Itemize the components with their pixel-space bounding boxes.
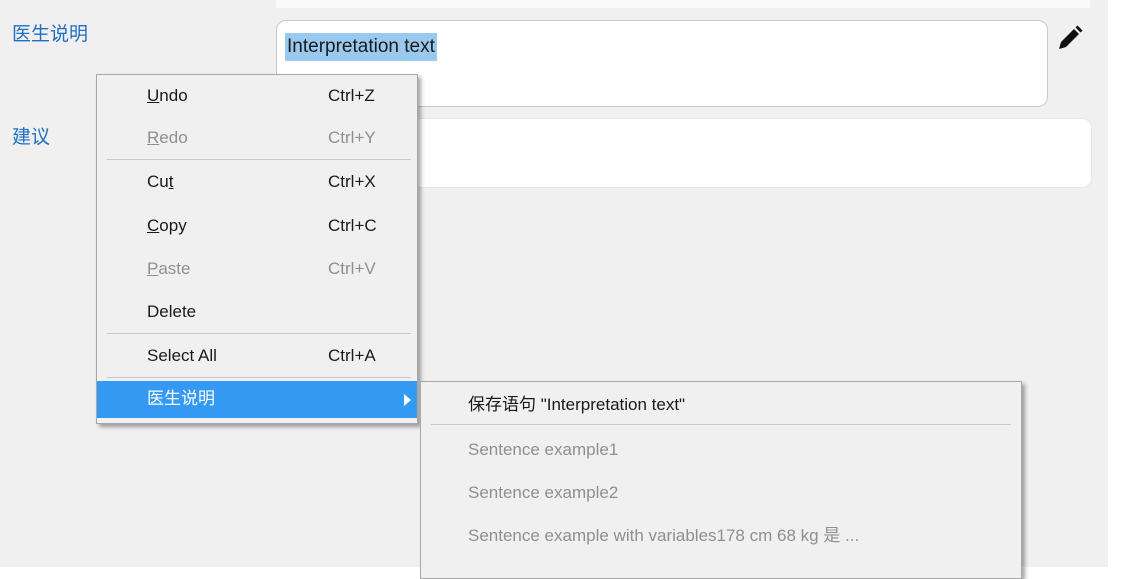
undo-shortcut: Ctrl+Z bbox=[328, 86, 375, 105]
menu-separator bbox=[107, 159, 411, 160]
submenu-item-sentence[interactable]: Sentence example with variables178 cm 68… bbox=[421, 517, 1021, 555]
top-field-edge bbox=[276, 0, 1090, 8]
copy-label: Copy bbox=[147, 216, 187, 235]
select-all-shortcut: Ctrl+A bbox=[328, 346, 376, 365]
submenu-separator bbox=[431, 424, 1011, 425]
context-menu: Undo Ctrl+Z Redo Ctrl+Y Cut Ctrl+X Copy … bbox=[96, 74, 418, 424]
sentence-label: Sentence example with variables178 cm 68… bbox=[468, 526, 860, 545]
cut-label: Cut bbox=[147, 172, 174, 191]
menu-item-select-all[interactable]: Select All Ctrl+A bbox=[97, 337, 417, 374]
copy-shortcut: Ctrl+C bbox=[328, 216, 377, 235]
menu-separator bbox=[107, 377, 411, 378]
menu-separator bbox=[107, 333, 411, 334]
paste-shortcut: Ctrl+V bbox=[328, 259, 376, 278]
submenu-item-sentence[interactable]: Sentence example2 bbox=[421, 474, 1021, 512]
delete-label: Delete bbox=[147, 302, 197, 321]
interpretation-label: 医生说明 bbox=[12, 23, 89, 45]
menu-item-delete[interactable]: Delete bbox=[97, 293, 417, 330]
advice-label: 建议 bbox=[12, 126, 51, 148]
select-all-label: Select All bbox=[147, 346, 217, 365]
interpretation-submenu: 保存语句 "Interpretation text" Sentence exam… bbox=[420, 381, 1022, 579]
menu-item-copy[interactable]: Copy Ctrl+C bbox=[97, 207, 417, 244]
redo-label: Redo bbox=[147, 128, 188, 147]
menu-item-redo[interactable]: Redo Ctrl+Y bbox=[97, 119, 417, 156]
paste-label: Paste bbox=[147, 259, 191, 278]
save-sentence-label: 保存语句 "Interpretation text" bbox=[468, 395, 686, 414]
menu-item-interpretation-submenu[interactable]: 医生说明 bbox=[97, 381, 417, 418]
cut-shortcut: Ctrl+X bbox=[328, 172, 376, 191]
submenu-item-save-sentence[interactable]: 保存语句 "Interpretation text" bbox=[421, 386, 1021, 424]
sentence-label: Sentence example1 bbox=[468, 440, 619, 459]
menu-item-paste[interactable]: Paste Ctrl+V bbox=[97, 250, 417, 287]
pencil-icon[interactable] bbox=[1054, 24, 1084, 54]
undo-label: Undo bbox=[147, 86, 188, 105]
menu-item-undo[interactable]: Undo Ctrl+Z bbox=[97, 77, 417, 114]
submenu-label: 医生说明 bbox=[147, 389, 215, 409]
selected-text[interactable]: Interpretation text bbox=[285, 33, 437, 61]
submenu-item-sentence[interactable]: Sentence example1 bbox=[421, 431, 1021, 469]
redo-shortcut: Ctrl+Y bbox=[328, 128, 376, 147]
menu-item-cut[interactable]: Cut Ctrl+X bbox=[97, 163, 417, 200]
submenu-arrow-icon bbox=[404, 394, 411, 406]
sentence-label: Sentence example2 bbox=[468, 483, 619, 502]
